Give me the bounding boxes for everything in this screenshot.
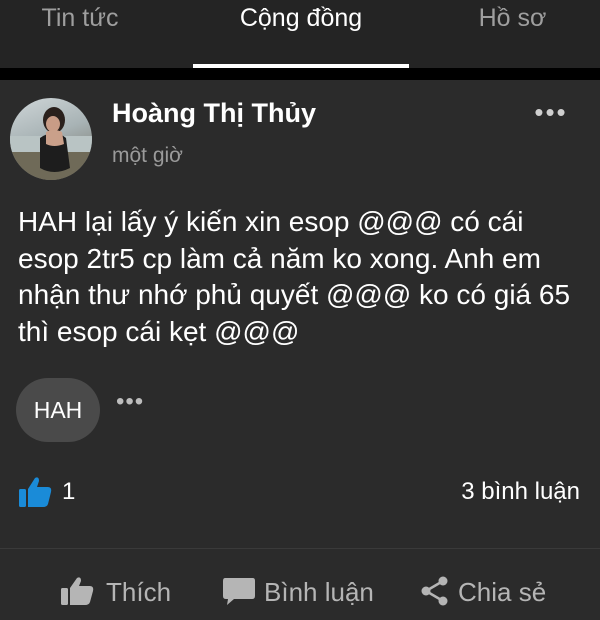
- post-card: Hoàng Thị Thủy một giờ ••• HAH lại lấy ý…: [0, 80, 600, 620]
- like-label: Thích: [106, 577, 172, 607]
- avatar[interactable]: [10, 98, 92, 180]
- like-button[interactable]: Thích: [60, 572, 180, 612]
- ellipsis-icon: •••: [534, 97, 568, 127]
- divider: [0, 548, 600, 549]
- like-thumb-icon: [19, 477, 52, 507]
- top-navigation: Tin tức Cộng đồng Hồ sơ: [0, 0, 600, 68]
- more-tags-button[interactable]: •••: [116, 390, 160, 422]
- avatar-photo: [10, 107, 92, 180]
- tab-community[interactable]: Cộng đồng: [193, 0, 409, 68]
- active-tab-indicator: [193, 64, 409, 68]
- post-timestamp: một giờ: [112, 144, 183, 167]
- comment-count[interactable]: 3 bình luận: [461, 478, 580, 506]
- comment-button[interactable]: Bình luận: [222, 572, 382, 612]
- thumb-up-icon: [61, 577, 94, 605]
- post-content: HAH lại lấy ý kiến xin esop @@@ có cái e…: [18, 206, 571, 347]
- like-count[interactable]: 1: [62, 478, 75, 506]
- comment-bubble-icon: [223, 578, 255, 605]
- share-icon: [421, 576, 448, 606]
- ellipsis-icon: •••: [116, 388, 145, 415]
- share-label: Chia sẻ: [458, 577, 547, 607]
- tab-profile[interactable]: Hồ sơ: [455, 0, 570, 68]
- comment-label: Bình luận: [264, 577, 374, 607]
- tab-news[interactable]: Tin tức: [0, 0, 160, 68]
- share-button[interactable]: Chia sẻ: [420, 572, 580, 612]
- author-name[interactable]: Hoàng Thị Thủy: [112, 98, 316, 129]
- stock-tag-chip[interactable]: HAH: [16, 378, 100, 442]
- more-options-button[interactable]: •••: [526, 97, 576, 130]
